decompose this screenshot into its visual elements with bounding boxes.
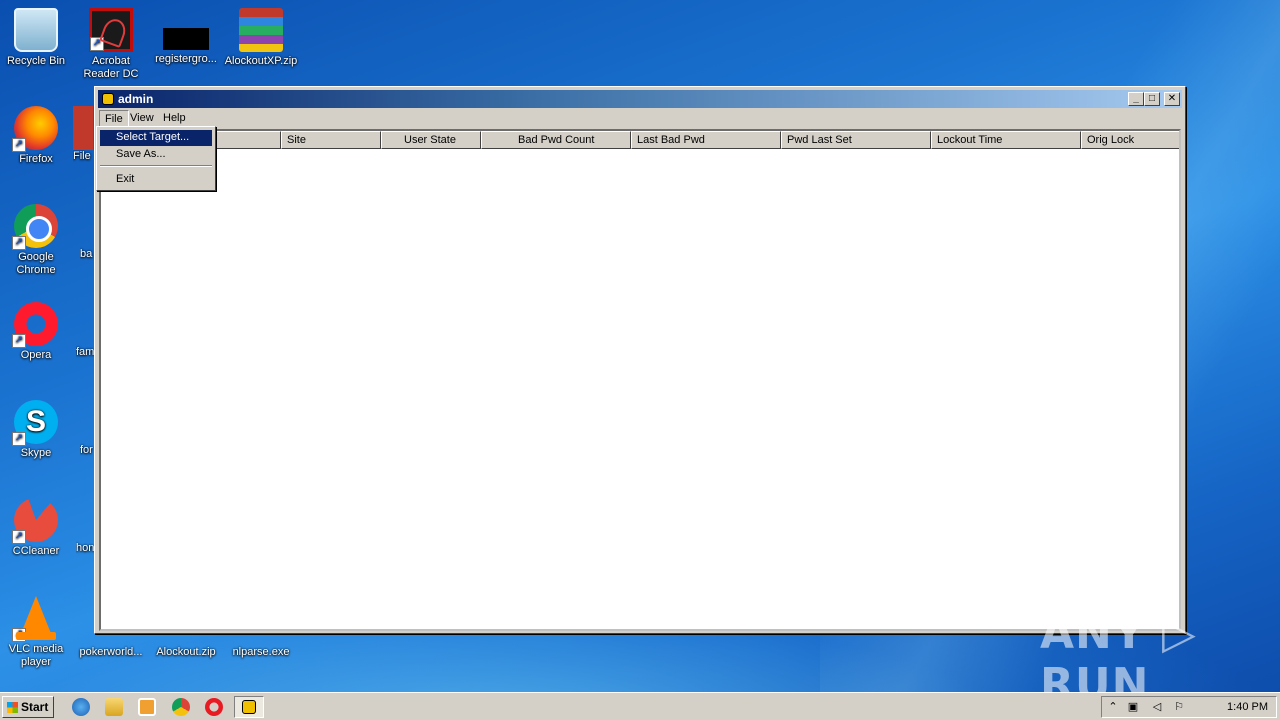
black-file-icon: [163, 28, 209, 50]
desktop-icon-label: for: [80, 444, 93, 456]
desktop-icon-alockout-zip[interactable]: Alockout.zip: [148, 646, 224, 659]
desktop-icon-label: Alockout.zip: [156, 646, 216, 658]
desktop-icon-label: CCleaner: [12, 545, 60, 557]
app-icon: [102, 93, 114, 105]
opera-icon: ↗: [12, 302, 58, 348]
media-player-icon[interactable]: [138, 698, 156, 716]
desktop-icon-ccleaner[interactable]: ↗ CCleaner: [0, 498, 74, 558]
file-icon: [80, 400, 94, 444]
shortcut-arrow-icon: ↗: [12, 628, 26, 642]
desktop-icon-vlc[interactable]: ↗ VLC media player: [0, 596, 74, 669]
desktop-icon-label: Google Chrome: [16, 251, 56, 276]
title-bar[interactable]: admin _ □ ✕: [98, 90, 1182, 108]
column-bad-pwd-count[interactable]: Bad Pwd Count: [481, 131, 631, 149]
shortcut-arrow-icon: ↗: [12, 530, 26, 544]
column-orig-lock[interactable]: Orig Lock: [1081, 131, 1179, 149]
column-user-state[interactable]: User State: [381, 131, 481, 149]
firefox-icon: ↗: [12, 106, 58, 152]
shortcut-arrow-icon: ↗: [12, 432, 26, 446]
taskbar-app-admin[interactable]: [234, 696, 264, 718]
admin-window: admin _ □ ✕ File View Help User Site Use…: [94, 86, 1186, 634]
lockout-app-icon: [242, 700, 256, 714]
desktop-icon-label: Acrobat Reader DC: [83, 55, 139, 80]
start-button[interactable]: Start: [2, 696, 54, 718]
file-icon: [76, 498, 90, 542]
recycle-bin-icon: [14, 8, 58, 52]
desktop-icon-opera[interactable]: ↗ Opera: [0, 302, 74, 362]
shortcut-arrow-icon: ↗: [12, 138, 26, 152]
desktop-icon-acrobat[interactable]: ↗ Acrobat Reader DC: [73, 8, 149, 81]
acrobat-reader-icon: ↗: [89, 8, 133, 52]
menu-bar: File View Help: [98, 109, 1182, 127]
menu-item-save-as[interactable]: Save As...: [100, 147, 212, 163]
file-explorer-icon[interactable]: [105, 698, 123, 716]
show-hidden-icons-icon[interactable]: ⌃: [1106, 700, 1120, 714]
internet-explorer-icon[interactable]: [72, 698, 90, 716]
desktop-icon-label: File: [73, 150, 91, 162]
file-dropdown-menu: Select Target... Save As... Exit: [96, 126, 216, 191]
shortcut-arrow-icon: ↗: [90, 37, 104, 51]
desktop-icon-label: hon: [76, 542, 95, 554]
menu-separator: [100, 165, 212, 167]
chrome-icon: ↗: [12, 204, 58, 250]
opera-taskbar-icon[interactable]: [205, 698, 223, 716]
column-site[interactable]: Site: [281, 131, 381, 149]
column-pwd-last-set[interactable]: Pwd Last Set: [781, 131, 931, 149]
desktop-icon-chrome[interactable]: ↗ Google Chrome: [0, 204, 74, 277]
desktop-icon-label: Firefox: [19, 153, 53, 165]
desktop-icon-label: Skype: [20, 447, 52, 459]
volume-icon[interactable]: ◁: [1150, 700, 1164, 714]
account-list-view[interactable]: User Site User State Bad Pwd Count Last …: [99, 129, 1181, 631]
desktop-icon-label: pokerworld...: [79, 646, 143, 658]
ccleaner-icon: ↗: [12, 498, 58, 544]
window-title: admin: [118, 92, 154, 106]
file-icon: [76, 302, 90, 346]
desktop-icon-firefox[interactable]: ↗ Firefox: [0, 106, 74, 166]
desktop-icon-pokerworld[interactable]: pokerworld...: [73, 646, 149, 659]
menu-view[interactable]: View: [125, 110, 159, 127]
column-headers: User Site User State Bad Pwd Count Last …: [101, 131, 1179, 149]
system-tray: ⌃ ▣ ◁ ⚐ 1:40 PM: [1101, 696, 1277, 718]
desktop-icon-label: registergro...: [155, 53, 217, 65]
desktop-icon-recycle-bin[interactable]: Recycle Bin: [0, 8, 74, 68]
minimize-button[interactable]: _: [1128, 92, 1144, 106]
desktop-icon-label: VLC media player: [8, 643, 64, 668]
shortcut-arrow-icon: ↗: [12, 236, 26, 250]
network-icon[interactable]: ▣: [1126, 700, 1140, 714]
desktop-icon-alockoutxp-zip[interactable]: AlockoutXP.zip: [223, 8, 299, 68]
vlc-icon: ↗: [12, 596, 58, 642]
column-last-bad-pwd[interactable]: Last Bad Pwd: [631, 131, 781, 149]
file-icon: [73, 106, 93, 150]
winrar-archive-icon: [239, 8, 283, 52]
desktop-icon-label: Opera: [20, 349, 52, 361]
maximize-button[interactable]: □: [1144, 92, 1160, 106]
close-button[interactable]: ✕: [1164, 92, 1180, 106]
desktop-icon-label: fam: [76, 346, 95, 358]
desktop-icon-registergro[interactable]: registergro...: [148, 8, 224, 66]
skype-icon: S ↗: [12, 400, 58, 446]
taskbar: Start ⌃ ▣ ◁ ⚐ 1:40 PM: [0, 692, 1280, 720]
menu-item-select-target[interactable]: Select Target...: [100, 130, 212, 146]
desktop-icon-label: Recycle Bin: [6, 55, 66, 67]
menu-help[interactable]: Help: [158, 110, 191, 127]
shortcut-arrow-icon: ↗: [12, 334, 26, 348]
file-icon: [80, 204, 94, 248]
action-center-flag-icon[interactable]: ⚐: [1172, 700, 1186, 714]
column-lockout-time[interactable]: Lockout Time: [931, 131, 1081, 149]
desktop-icon-label: AlockoutXP.zip: [224, 55, 298, 67]
menu-item-exit[interactable]: Exit: [100, 172, 212, 188]
clock[interactable]: 1:40 PM: [1227, 701, 1268, 713]
desktop-icon-label: ba: [80, 248, 93, 260]
desktop-icon-skype[interactable]: S ↗ Skype: [0, 400, 74, 460]
desktop-icon-label: nlparse.exe: [232, 646, 290, 658]
desktop-icon-nlparse-exe[interactable]: nlparse.exe: [223, 646, 299, 659]
chrome-taskbar-icon[interactable]: [172, 698, 190, 716]
